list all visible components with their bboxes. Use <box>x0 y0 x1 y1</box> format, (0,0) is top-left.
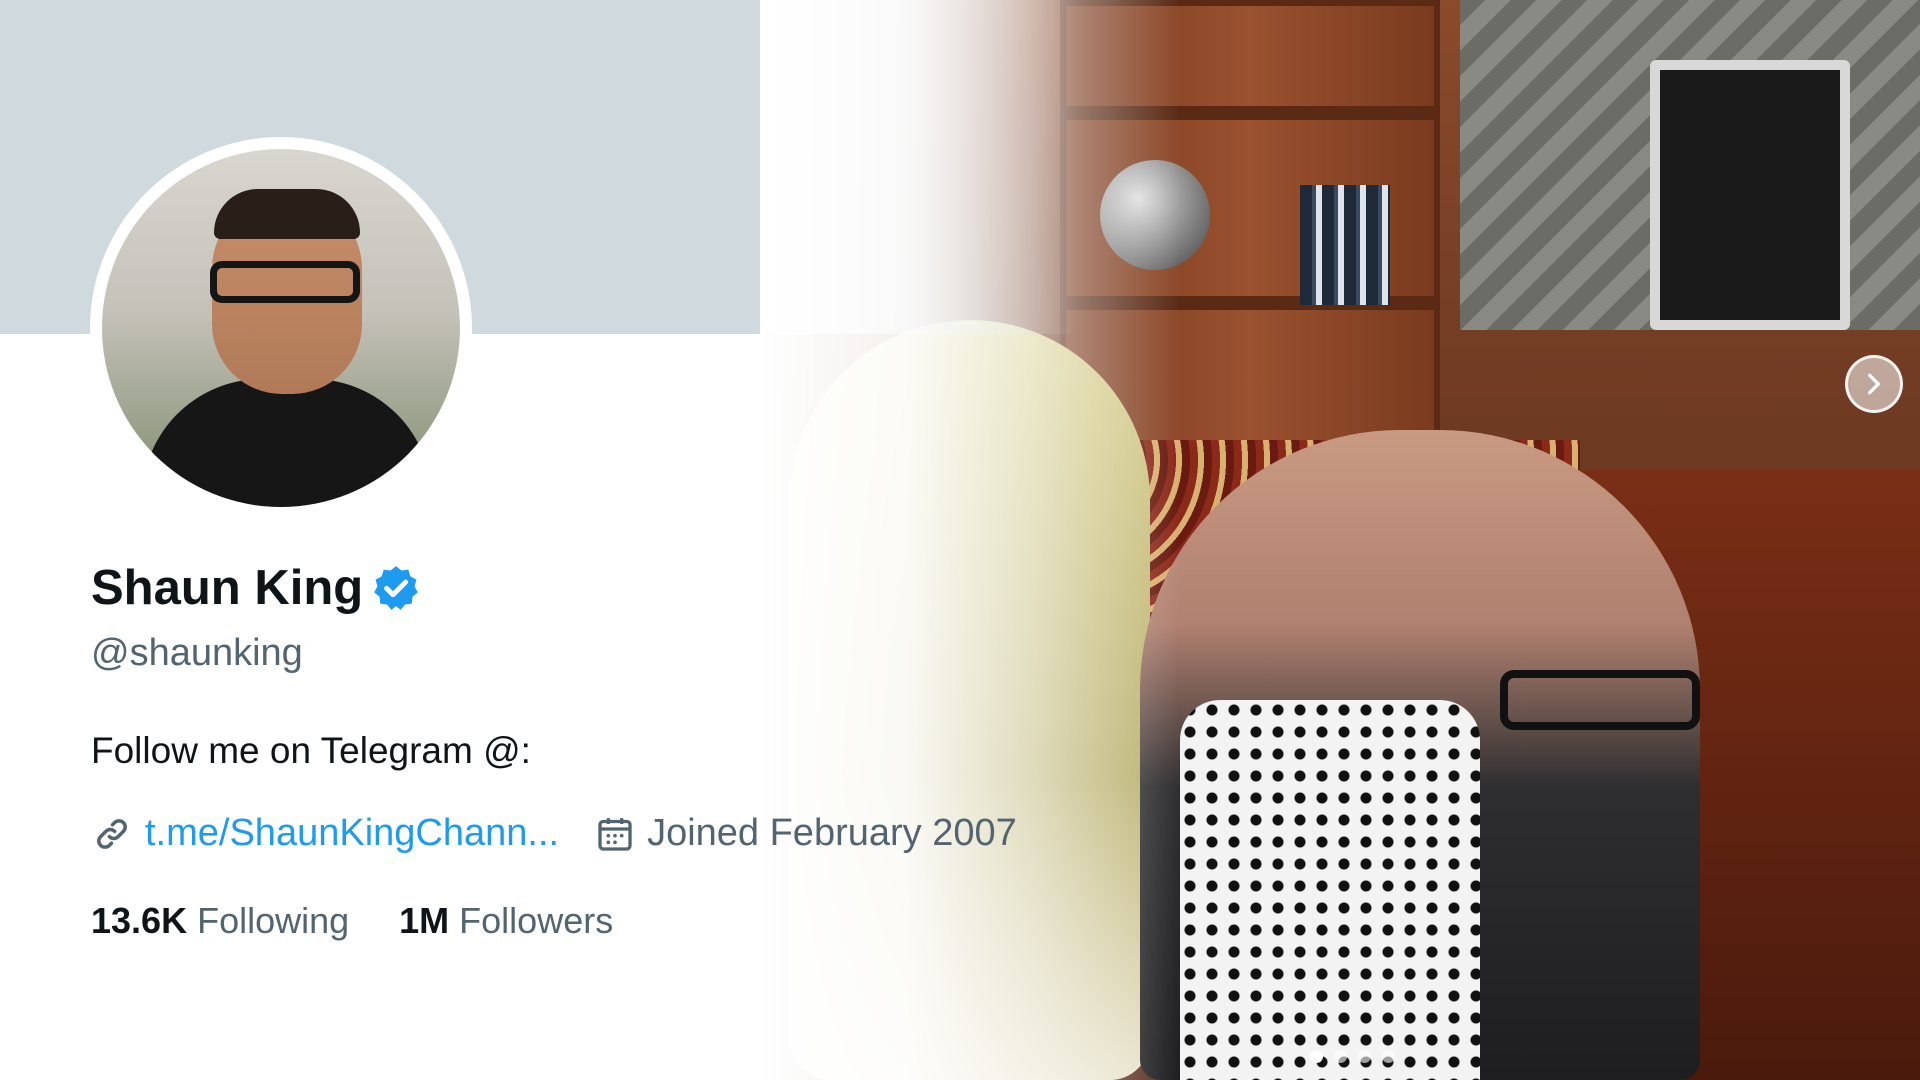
verified-badge-icon[interactable] <box>371 563 421 613</box>
calendar-icon <box>598 817 632 851</box>
profile-stats: 13.6K Following 1M Followers <box>91 900 613 942</box>
avatar-glasses <box>210 261 360 303</box>
overlay-photo[interactable] <box>760 0 1920 1080</box>
profile-handle: @shaunking <box>91 632 303 674</box>
carousel-dot[interactable] <box>1310 1050 1323 1063</box>
link-icon <box>97 818 127 849</box>
carousel-dot[interactable] <box>1358 1050 1371 1063</box>
photo-scarf <box>1180 700 1480 1080</box>
followers-count: 1M <box>399 900 450 941</box>
followers-link[interactable]: 1M Followers <box>399 900 613 942</box>
photo-monitor <box>1650 60 1850 330</box>
followers-label: Followers <box>459 900 614 941</box>
profile-website: t.me/ShaunKingChann... <box>91 812 559 855</box>
carousel-dot[interactable] <box>1382 1050 1395 1063</box>
carousel-dots <box>1310 1050 1395 1063</box>
carousel-dot[interactable] <box>1334 1050 1347 1063</box>
profile-bio: Follow me on Telegram @: <box>91 730 531 771</box>
joined-date: Joined February 2007 <box>647 812 1017 854</box>
following-label: Following <box>197 900 350 941</box>
following-link[interactable]: 13.6K Following <box>91 900 349 942</box>
chevron-right-icon <box>1868 373 1880 395</box>
profile-meta: t.me/ShaunKingChann... Joined February 2… <box>91 812 1017 855</box>
photo-books <box>1300 185 1390 305</box>
profile-link[interactable]: t.me/ShaunKingChann... <box>145 812 559 855</box>
profile-name: Shaun King <box>91 561 364 615</box>
avatar-hair <box>214 189 360 239</box>
carousel-next-button[interactable] <box>1845 355 1903 413</box>
avatar-shirt <box>142 379 432 507</box>
avatar[interactable] <box>102 149 460 507</box>
photo-glasses <box>1500 670 1700 730</box>
profile-joined: Joined February 2007 <box>595 812 1017 855</box>
photo-fade <box>760 0 1180 1080</box>
profile-name-row: Shaun King <box>91 560 421 616</box>
following-count: 13.6K <box>91 900 188 941</box>
